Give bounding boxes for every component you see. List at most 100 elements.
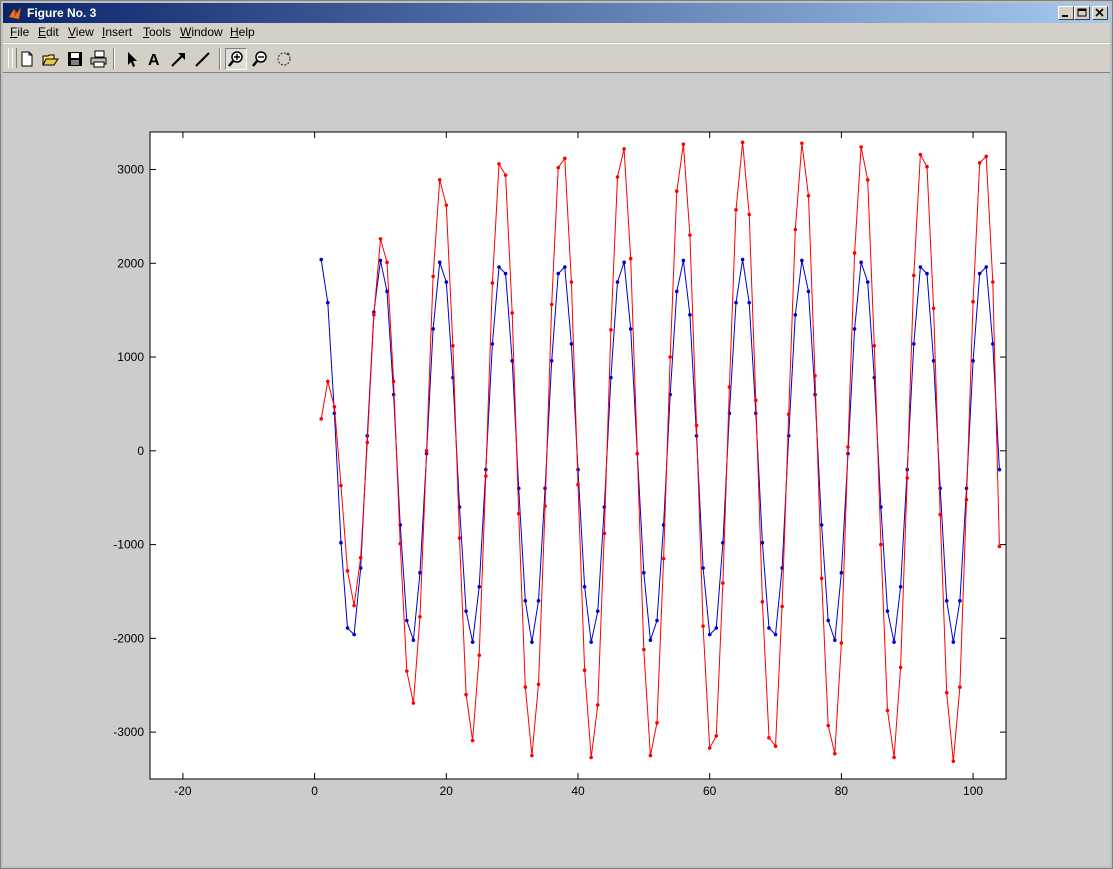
data-point-2[interactable] <box>497 162 501 166</box>
data-point-1[interactable] <box>892 640 896 644</box>
data-point-1[interactable] <box>655 618 659 623</box>
data-point-2[interactable] <box>372 313 376 317</box>
data-point-1[interactable] <box>543 486 547 491</box>
data-point-2[interactable] <box>451 343 455 348</box>
data-point-2[interactable] <box>332 404 337 409</box>
data-point-2[interactable] <box>740 140 745 145</box>
data-point-2[interactable] <box>648 753 653 758</box>
data-point-1[interactable] <box>833 638 837 643</box>
data-point-2[interactable] <box>892 755 896 760</box>
data-point-1[interactable] <box>674 289 679 294</box>
data-point-1[interactable] <box>622 260 626 265</box>
data-point-2[interactable] <box>918 152 923 157</box>
data-point-2[interactable] <box>595 703 600 707</box>
data-point-1[interactable] <box>503 271 508 276</box>
data-point-2[interactable] <box>464 692 468 697</box>
data-point-2[interactable] <box>813 373 817 378</box>
data-point-2[interactable] <box>325 379 330 384</box>
menu-insert[interactable]: Insert <box>102 25 132 39</box>
data-point-2[interactable] <box>642 647 646 652</box>
data-point-2[interactable] <box>885 708 890 713</box>
data-point-2[interactable] <box>556 165 561 170</box>
data-point-1[interactable] <box>925 271 929 276</box>
rotate-3d-button[interactable] <box>273 48 295 70</box>
data-point-2[interactable] <box>339 483 343 488</box>
data-point-2[interactable] <box>997 544 1002 549</box>
data-point-2[interactable] <box>819 576 824 581</box>
data-point-1[interactable] <box>470 640 475 644</box>
data-point-2[interactable] <box>668 355 672 359</box>
data-point-2[interactable] <box>543 504 547 508</box>
data-point-2[interactable] <box>786 412 791 417</box>
data-point-1[interactable] <box>688 313 692 317</box>
data-point-2[interactable] <box>405 669 409 673</box>
data-point-1[interactable] <box>497 265 501 269</box>
data-point-1[interactable] <box>582 584 587 589</box>
data-point-1[interactable] <box>319 257 324 262</box>
data-point-1[interactable] <box>826 618 831 623</box>
data-point-1[interactable] <box>536 599 541 603</box>
data-point-1[interactable] <box>339 540 343 545</box>
data-point-2[interactable] <box>503 173 508 177</box>
data-point-1[interactable] <box>898 584 903 589</box>
data-point-2[interactable] <box>859 145 863 149</box>
data-point-2[interactable] <box>971 299 975 304</box>
data-point-1[interactable] <box>437 260 442 265</box>
data-point-2[interactable] <box>826 723 831 728</box>
data-point-2[interactable] <box>721 581 725 585</box>
data-point-1[interactable] <box>405 618 409 623</box>
data-point-2[interactable] <box>602 531 607 536</box>
data-point-2[interactable] <box>912 273 916 278</box>
data-point-2[interactable] <box>536 682 541 687</box>
data-point-2[interactable] <box>951 759 956 763</box>
menu-tools[interactable]: Tools <box>143 25 171 39</box>
data-point-1[interactable] <box>958 599 962 603</box>
data-point-2[interactable] <box>477 653 482 658</box>
data-point-2[interactable] <box>701 624 705 628</box>
data-point-1[interactable] <box>464 609 468 613</box>
data-point-2[interactable] <box>872 343 877 348</box>
data-point-1[interactable] <box>523 599 528 603</box>
data-point-2[interactable] <box>628 256 633 261</box>
data-point-2[interactable] <box>391 379 396 384</box>
data-point-2[interactable] <box>674 189 679 193</box>
close-button[interactable] <box>1092 6 1108 20</box>
minimize-button[interactable] <box>1058 6 1074 20</box>
data-point-1[interactable] <box>839 570 844 575</box>
data-point-1[interactable] <box>556 271 561 276</box>
data-point-2[interactable] <box>490 281 495 285</box>
data-point-1[interactable] <box>971 358 975 363</box>
data-point-2[interactable] <box>767 735 771 740</box>
data-point-2[interactable] <box>925 164 929 169</box>
data-point-2[interactable] <box>615 175 620 179</box>
data-point-1[interactable] <box>806 289 811 294</box>
data-point-2[interactable] <box>523 685 528 689</box>
data-point-2[interactable] <box>800 141 804 146</box>
data-point-2[interactable] <box>991 280 995 284</box>
data-point-1[interactable] <box>595 609 600 613</box>
line-plot[interactable]: -20 0 20 40 60 80 100 -3000 -2000 -1000 0 1000 2000 3… <box>3 73 1110 866</box>
data-point-1[interactable] <box>325 300 330 305</box>
data-point-1[interactable] <box>589 640 593 644</box>
data-point-2[interactable] <box>622 147 626 151</box>
data-point-2[interactable] <box>444 203 449 207</box>
figure-canvas[interactable]: -20 0 20 40 60 80 100 -3000 -2000 -1000 0 1000 2000 3… <box>3 73 1110 866</box>
data-point-1[interactable] <box>912 342 916 346</box>
edit-plot-button[interactable] <box>120 48 142 70</box>
data-point-2[interactable] <box>931 306 936 311</box>
data-point-2[interactable] <box>569 280 574 284</box>
menu-help[interactable]: Help <box>230 25 255 39</box>
data-point-2[interactable] <box>905 476 910 480</box>
data-point-2[interactable] <box>727 385 732 389</box>
data-point-2[interactable] <box>635 451 640 456</box>
data-point-1[interactable] <box>767 626 771 630</box>
data-point-1[interactable] <box>431 327 435 331</box>
data-point-2[interactable] <box>378 237 383 241</box>
data-point-2[interactable] <box>609 328 613 332</box>
data-point-2[interactable] <box>352 603 356 608</box>
data-point-2[interactable] <box>958 685 962 689</box>
data-point-1[interactable] <box>411 638 416 643</box>
data-point-2[interactable] <box>839 641 844 645</box>
menu-file[interactable]: File <box>10 25 29 39</box>
data-point-2[interactable] <box>418 614 422 619</box>
